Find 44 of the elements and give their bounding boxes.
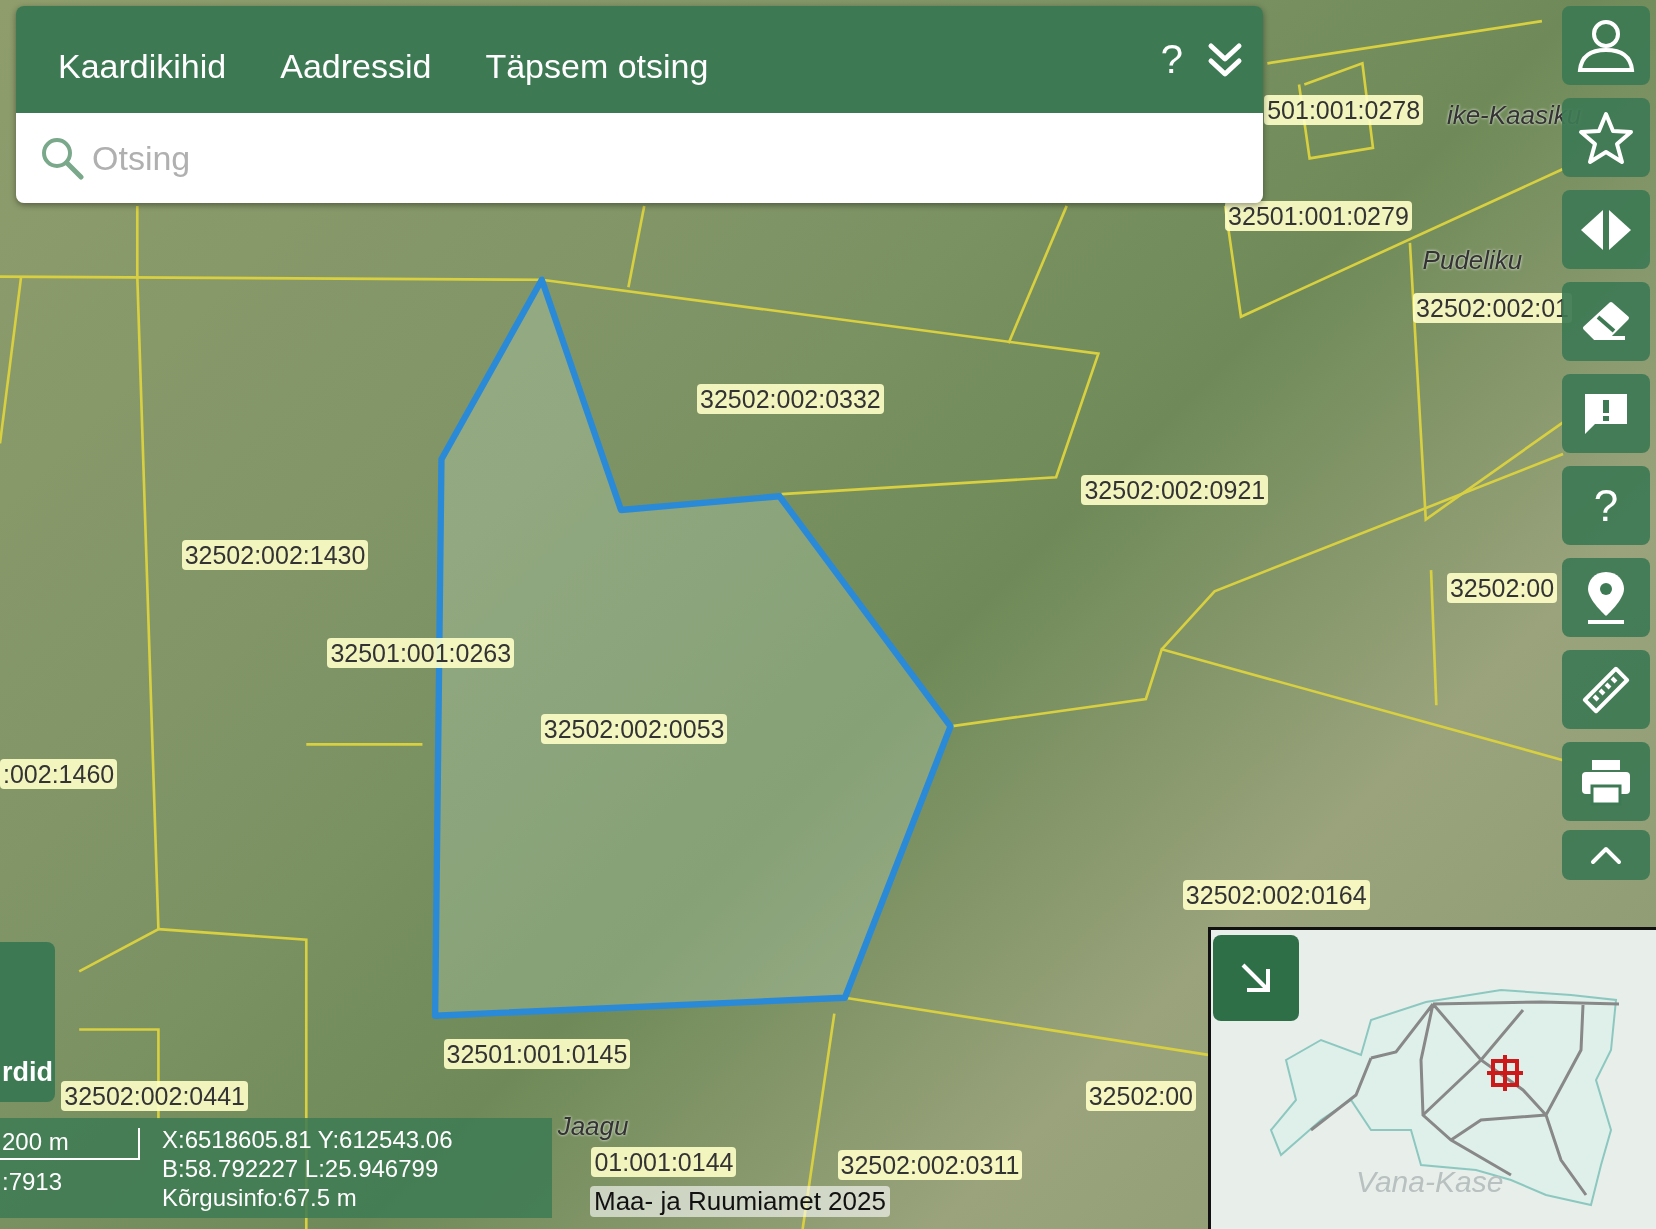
user-button[interactable] — [1562, 6, 1650, 85]
location-marker-icon — [1487, 1055, 1523, 1091]
place-name: Jaagu — [557, 1111, 629, 1143]
parcel-label: 32501:001:0145 — [443, 1039, 631, 1070]
map-attribution: Maa- ja Ruumiamet 2025 — [590, 1186, 890, 1217]
parcel-label: 32502:002:0332 — [697, 384, 884, 415]
parcel-label: 32502:002:0441 — [61, 1081, 248, 1112]
parcel-label: 32502:002:0164 — [1182, 879, 1370, 910]
parcel-label: 32502:002:0053 — [540, 713, 728, 744]
scale-bar: 200 m — [0, 1128, 140, 1160]
expand-overview-button[interactable] — [1213, 935, 1299, 1021]
chevron-up-icon — [1590, 845, 1622, 865]
alert-button[interactable] — [1562, 374, 1650, 453]
help-button[interactable]: ? — [1152, 37, 1191, 82]
parcel-label: 32502:00 — [1085, 1081, 1196, 1112]
parcel-label: 32502:002:0921 — [1081, 475, 1269, 506]
parcel-label: 32502:002:0311 — [837, 1150, 1023, 1181]
split-button[interactable] — [1562, 190, 1650, 269]
parcel-label: 32502:002:1430 — [181, 539, 369, 570]
panel-tab[interactable]: Kaardikihid — [42, 33, 255, 86]
pin-button[interactable] — [1562, 558, 1650, 637]
left-right-arrows-icon — [1579, 207, 1633, 252]
search-field[interactable]: Otsing — [16, 113, 1263, 203]
printer-icon — [1580, 757, 1632, 806]
search-icon — [40, 136, 84, 180]
parcel-label: 32501:001:0279 — [1225, 200, 1412, 231]
printer-button[interactable] — [1562, 742, 1650, 821]
collapse-toolbar-button[interactable] — [1562, 830, 1650, 880]
coordinate-text: Kõrgusinfo:67.5 m — [162, 1183, 358, 1212]
parcel-label: 32501:001:0263 — [327, 637, 515, 668]
scale-ratio: :7913 — [1, 1167, 64, 1196]
coordinate-text: B:58.792227 L:25.946799 — [162, 1154, 440, 1183]
help-button[interactable]: ? — [1562, 466, 1650, 545]
side-panel-tab[interactable]: rdid — [0, 942, 55, 1102]
parcel-label: 01:001:0144 — [591, 1146, 737, 1177]
place-name: Pudeliku — [1422, 245, 1523, 276]
diagonal-arrow-icon — [1239, 961, 1273, 995]
parcel-label: :002:1460 — [0, 759, 118, 790]
panel-tab[interactable]: Aadressid — [264, 33, 460, 86]
coordinate-text: X:6518605.81 Y:612543.06 — [162, 1125, 453, 1154]
parcel-label: 32502:00 — [1446, 573, 1558, 604]
panel-tab[interactable]: Täpsem otsing — [469, 33, 737, 86]
parcel-label: 501:001:0278 — [1264, 95, 1424, 126]
ruler-button[interactable] — [1562, 650, 1650, 729]
